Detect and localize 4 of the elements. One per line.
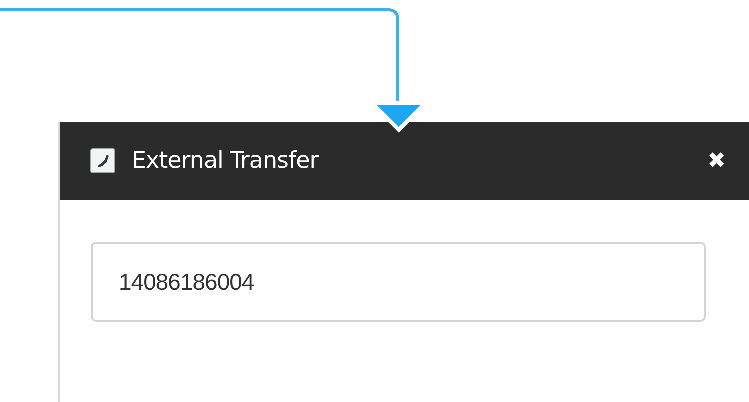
close-button[interactable]: ✖ [702,148,732,174]
phone-icon [90,148,116,174]
phone-number-field[interactable]: 14086186004 [91,242,706,322]
dialog-title: External Transfer [132,148,320,174]
